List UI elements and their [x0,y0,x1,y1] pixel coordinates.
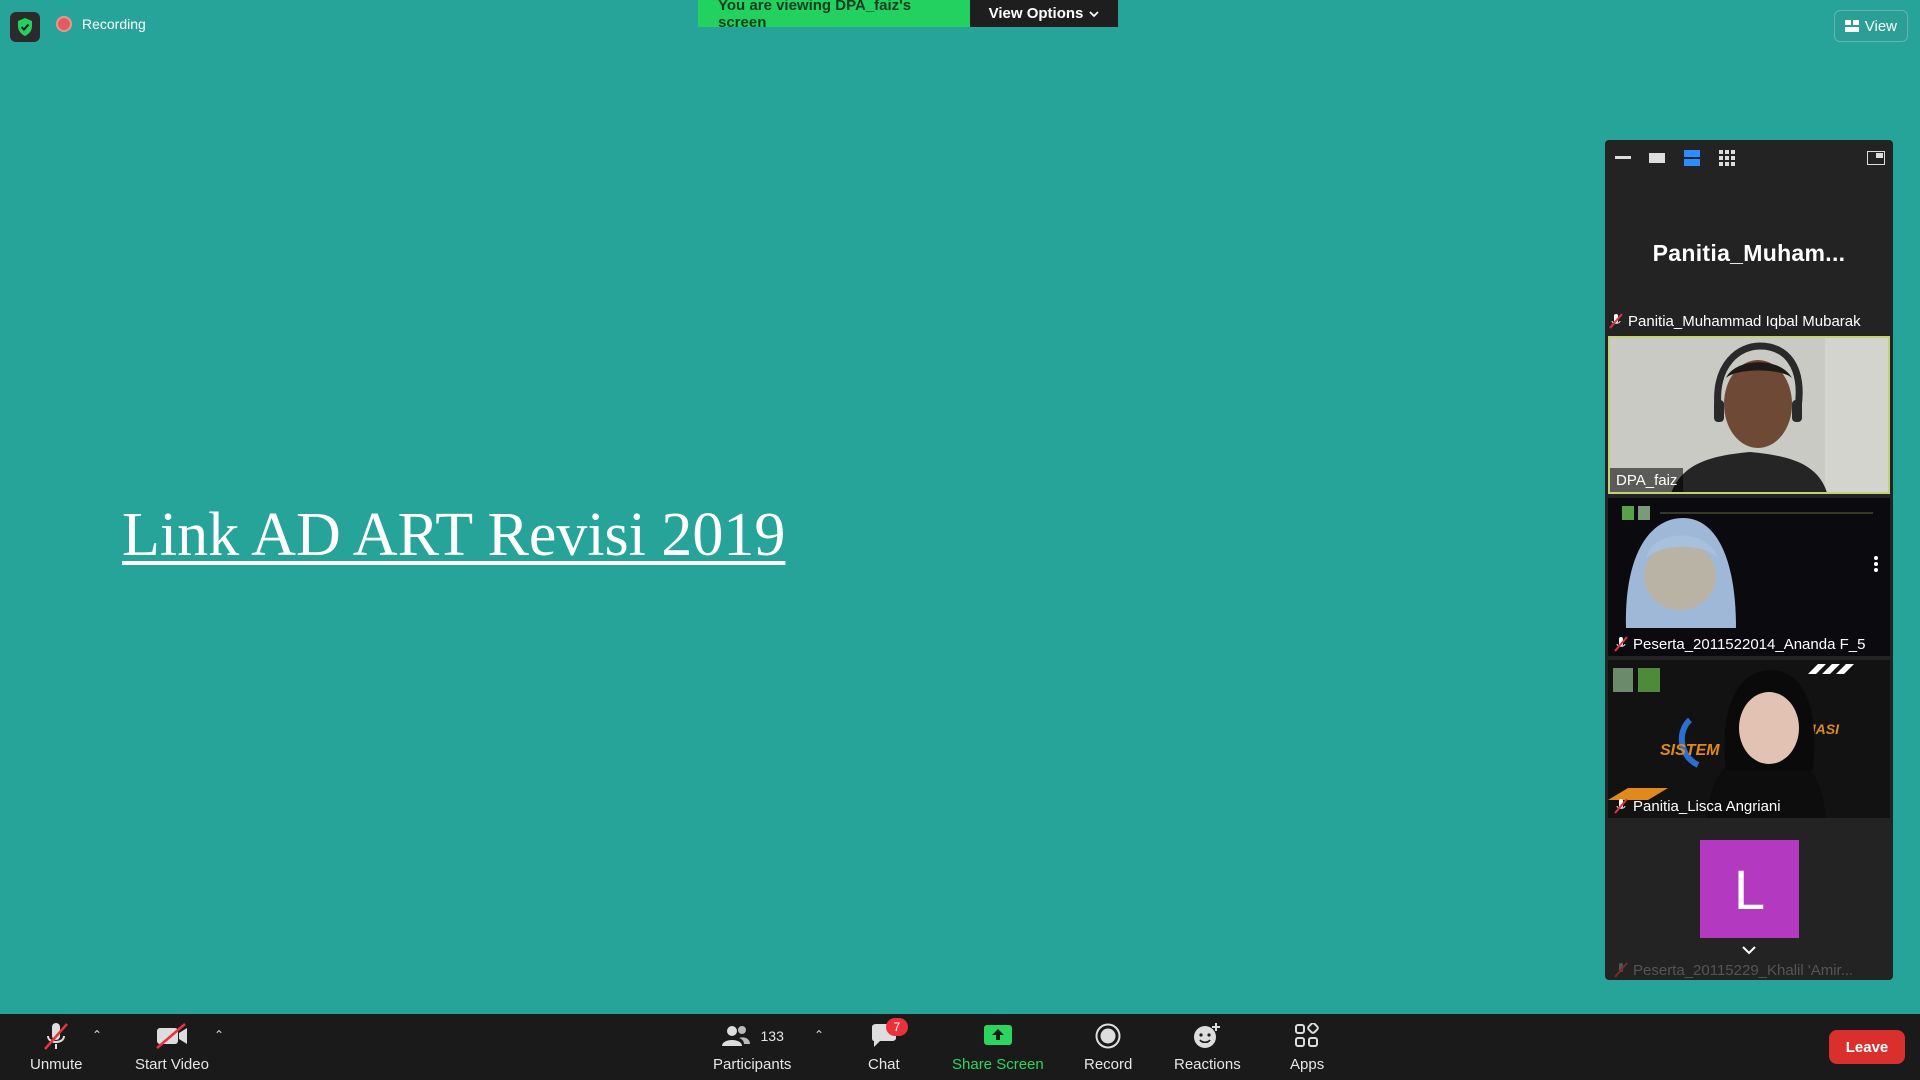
reactions-button[interactable]: Reactions [1174,1020,1241,1073]
participants-count: 133 [760,1028,784,1044]
view-label: View [1864,17,1897,35]
muted-mic-icon [1614,636,1628,652]
reactions-smiley-icon [1194,1023,1221,1048]
avatar: L [1700,840,1799,938]
chat-label: Chat [868,1056,900,1073]
muted-mic-icon [1614,962,1628,978]
start-video-button[interactable]: Start Video [135,1020,209,1073]
tile-name-label: Panitia_Lisca Angriani [1608,794,1787,818]
tile-name-label: Peserta_20115229_Khalil 'Amir... [1608,958,1859,980]
unmute-label: Unmute [30,1056,83,1073]
view-button[interactable]: View [1833,10,1908,42]
view-options-label: View Options [988,5,1084,22]
grid-view-icon [1844,20,1859,32]
record-label: Record [1084,1056,1133,1073]
chevron-down-icon [1089,10,1100,17]
participants-button[interactable]: 133 Participants [713,1020,791,1073]
video-off-icon [156,1023,187,1049]
active-speaker-namebar: Panitia_Muhammad Iqbal Mubarak [1609,310,1861,332]
reactions-label: Reactions [1174,1056,1241,1073]
recording-dot-icon [56,16,72,32]
muted-mic-icon [44,1023,69,1050]
recording-label: Recording [82,16,146,32]
tile-name-text: Peserta_2011522014_Ananda F_5 [1633,635,1866,653]
chat-button[interactable]: 7 Chat [868,1018,908,1073]
muted-mic-icon [1614,798,1628,814]
muted-mic-icon [1609,313,1623,329]
video-tile-dpa-faiz[interactable]: DPA_faiz [1608,336,1890,494]
video-tile-khalil[interactable]: L Peserta_20115229_Khalil 'Amir... [1608,822,1890,980]
share-screen-label: Share Screen [952,1056,1044,1073]
record-icon [1095,1023,1121,1049]
meeting-toolbar: Unmute ⌃ Start Video ⌃ 133 Participants … [0,1014,1920,1080]
video-panel: Panitia_Muham... Panitia_Muhammad Iqbal … [1605,140,1893,980]
panel-toolbar [1605,140,1893,176]
video-tile-ananda[interactable]: Peserta_2011522014_Ananda F_5 [1608,498,1890,656]
screen-share-banner: You are viewing DPA_faiz's screen View O… [698,0,1118,31]
video-options-caret-icon[interactable]: ⌃ [214,1028,224,1042]
minimize-icon[interactable] [1615,156,1631,160]
tile-name-text: Peserta_20115229_Khalil 'Amir... [1633,961,1854,979]
audio-options-caret-icon[interactable]: ⌃ [92,1028,102,1042]
tile-name-label: Peserta_2011522014_Ananda F_5 [1608,632,1871,656]
exit-panel-icon[interactable] [1867,151,1885,165]
slide-link-text[interactable]: Link AD ART Revisi 2019 [122,500,785,571]
view-options-button[interactable]: View Options [970,0,1118,27]
apps-icon [1295,1023,1319,1047]
tile-name-label: DPA_faiz [1610,468,1684,492]
leave-button[interactable]: Leave [1829,1030,1905,1064]
active-speaker-fullname: Panitia_Muhammad Iqbal Mubarak [1628,312,1861,330]
active-speaker-name: Panitia_Muham... [1652,240,1846,266]
tile-name-text: Panitia_Lisca Angriani [1633,797,1781,815]
security-shield-icon[interactable] [10,12,40,42]
recording-indicator[interactable]: Recording [56,16,146,32]
share-screen-button[interactable]: Share Screen [952,1020,1044,1073]
svg-text:SISTEM: SISTEM [1660,742,1720,759]
apps-label: Apps [1290,1056,1325,1073]
speaker-view-icon[interactable] [1684,150,1700,166]
record-button[interactable]: Record [1084,1020,1132,1073]
gallery-view-icon[interactable] [1719,150,1735,166]
start-video-label: Start Video [135,1056,209,1073]
share-screen-icon [983,1025,1012,1045]
participants-icon [721,1026,750,1046]
participants-caret-icon[interactable]: ⌃ [814,1028,824,1042]
video-tile-lisca[interactable]: SISTEM MASI Panitia_Lisca Angriani [1608,660,1890,818]
more-options-icon[interactable] [1874,556,1878,572]
viewing-banner-text: You are viewing DPA_faiz's screen [698,0,970,31]
unmute-button[interactable]: Unmute [30,1020,83,1073]
chat-unread-badge: 7 [885,1018,908,1036]
apps-button[interactable]: Apps [1290,1020,1324,1073]
participants-label: Participants [713,1056,792,1073]
single-video-icon[interactable] [1649,153,1665,163]
tile-name-text: DPA_faiz [1616,471,1678,489]
